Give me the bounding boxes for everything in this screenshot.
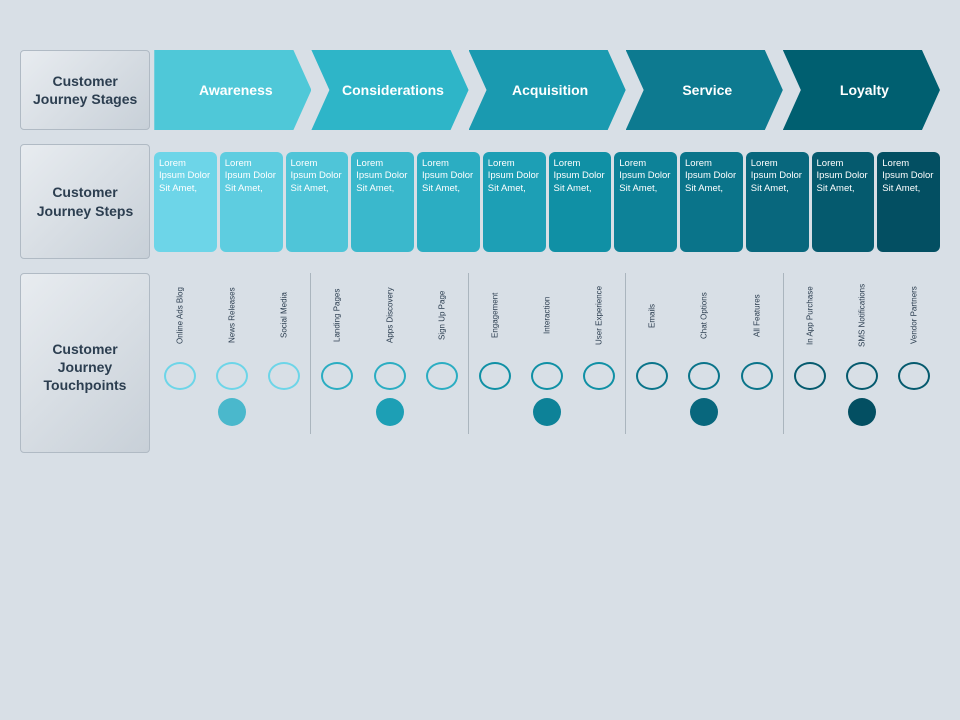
step-card-1: Lorem Ipsum Dolor Sit Amet, bbox=[220, 152, 283, 252]
tp-circle-4-2 bbox=[898, 362, 930, 390]
tp-circle-0-2 bbox=[268, 362, 300, 390]
steps-grid: Lorem Ipsum Dolor Sit Amet,Lorem Ipsum D… bbox=[154, 144, 940, 259]
tp-circle-0-0 bbox=[164, 362, 196, 390]
stages-arrows: AwarenessConsiderationsAcquisitionServic… bbox=[154, 50, 940, 130]
tp-dot-1 bbox=[376, 398, 404, 426]
step-card-11: Lorem Ipsum Dolor Sit Amet, bbox=[877, 152, 940, 252]
tp-circle-2-2 bbox=[583, 362, 615, 390]
touchpoints-section: CustomerJourneyTouchpoints Online Ads Bl… bbox=[20, 273, 940, 473]
tp-circle-4-1 bbox=[846, 362, 878, 390]
step-card-8: Lorem Ipsum Dolor Sit Amet, bbox=[680, 152, 743, 252]
touchpoint-group-0: Online Ads BlogNews ReleasesSocial Media bbox=[154, 273, 311, 434]
step-card-7: Lorem Ipsum Dolor Sit Amet, bbox=[614, 152, 677, 252]
tp-label-2-2: User Experience bbox=[573, 273, 625, 358]
step-card-0: Lorem Ipsum Dolor Sit Amet, bbox=[154, 152, 217, 252]
tp-circle-3-2 bbox=[741, 362, 773, 390]
tp-label-0-1: News Releases bbox=[206, 273, 258, 358]
tp-label-0-0: Online Ads Blog bbox=[154, 273, 206, 358]
steps-section: CustomerJourney Steps Lorem Ipsum Dolor … bbox=[20, 144, 940, 259]
stage-awareness[interactable]: Awareness bbox=[154, 50, 311, 130]
tp-circle-0-1 bbox=[216, 362, 248, 390]
tp-dot-2 bbox=[533, 398, 561, 426]
tp-label-3-1: Chat Options bbox=[678, 273, 730, 358]
touchpoints-content: Online Ads BlogNews ReleasesSocial Media… bbox=[154, 273, 940, 434]
step-card-4: Lorem Ipsum Dolor Sit Amet, bbox=[417, 152, 480, 252]
tp-label-4-1: SMS Notifications bbox=[836, 273, 888, 358]
tp-dot-4 bbox=[848, 398, 876, 426]
tp-circle-1-2 bbox=[426, 362, 458, 390]
tp-label-2-0: Engagement bbox=[469, 273, 521, 358]
touchpoint-group-4: In App PurchaseSMS NotificationsVendor P… bbox=[784, 273, 940, 434]
touchpoints-label: CustomerJourneyTouchpoints bbox=[20, 273, 150, 453]
tp-label-1-2: Sign Up Page bbox=[416, 273, 468, 358]
tp-label-4-0: In App Purchase bbox=[784, 273, 836, 358]
stage-acquisition[interactable]: Acquisition bbox=[469, 50, 626, 130]
touchpoint-group-2: EngagementInteractionUser Experience bbox=[469, 273, 626, 434]
tp-circle-1-0 bbox=[321, 362, 353, 390]
tp-circle-3-1 bbox=[688, 362, 720, 390]
tp-dot-3 bbox=[690, 398, 718, 426]
step-card-10: Lorem Ipsum Dolor Sit Amet, bbox=[812, 152, 875, 252]
step-card-3: Lorem Ipsum Dolor Sit Amet, bbox=[351, 152, 414, 252]
steps-label: CustomerJourney Steps bbox=[20, 144, 150, 259]
touchpoint-group-1: Landing PagesApps DiscoverySign Up Page bbox=[311, 273, 468, 434]
tp-label-1-1: Apps Discovery bbox=[364, 273, 416, 358]
step-card-5: Lorem Ipsum Dolor Sit Amet, bbox=[483, 152, 546, 252]
step-card-2: Lorem Ipsum Dolor Sit Amet, bbox=[286, 152, 349, 252]
stage-service[interactable]: Service bbox=[626, 50, 783, 130]
tp-label-1-0: Landing Pages bbox=[311, 273, 363, 358]
tp-label-4-2: Vendor Partners bbox=[888, 273, 940, 358]
tp-circle-1-1 bbox=[374, 362, 406, 390]
step-card-6: Lorem Ipsum Dolor Sit Amet, bbox=[549, 152, 612, 252]
tp-label-2-1: Interaction bbox=[521, 273, 573, 358]
tp-circle-2-1 bbox=[531, 362, 563, 390]
tp-circle-4-0 bbox=[794, 362, 826, 390]
step-card-9: Lorem Ipsum Dolor Sit Amet, bbox=[746, 152, 809, 252]
tp-label-0-2: Social Media bbox=[258, 273, 310, 358]
stage-considerations[interactable]: Considerations bbox=[311, 50, 468, 130]
tp-circle-3-0 bbox=[636, 362, 668, 390]
touchpoint-group-3: EmailsChat OptionsAll Features bbox=[626, 273, 783, 434]
stages-section: CustomerJourney Stages AwarenessConsider… bbox=[20, 50, 940, 130]
tp-circle-2-0 bbox=[479, 362, 511, 390]
tp-label-3-2: All Features bbox=[731, 273, 783, 358]
tp-dot-0 bbox=[218, 398, 246, 426]
stages-label: CustomerJourney Stages bbox=[20, 50, 150, 130]
page-title bbox=[0, 0, 960, 32]
stage-loyalty[interactable]: Loyalty bbox=[783, 50, 940, 130]
tp-label-3-0: Emails bbox=[626, 273, 678, 358]
